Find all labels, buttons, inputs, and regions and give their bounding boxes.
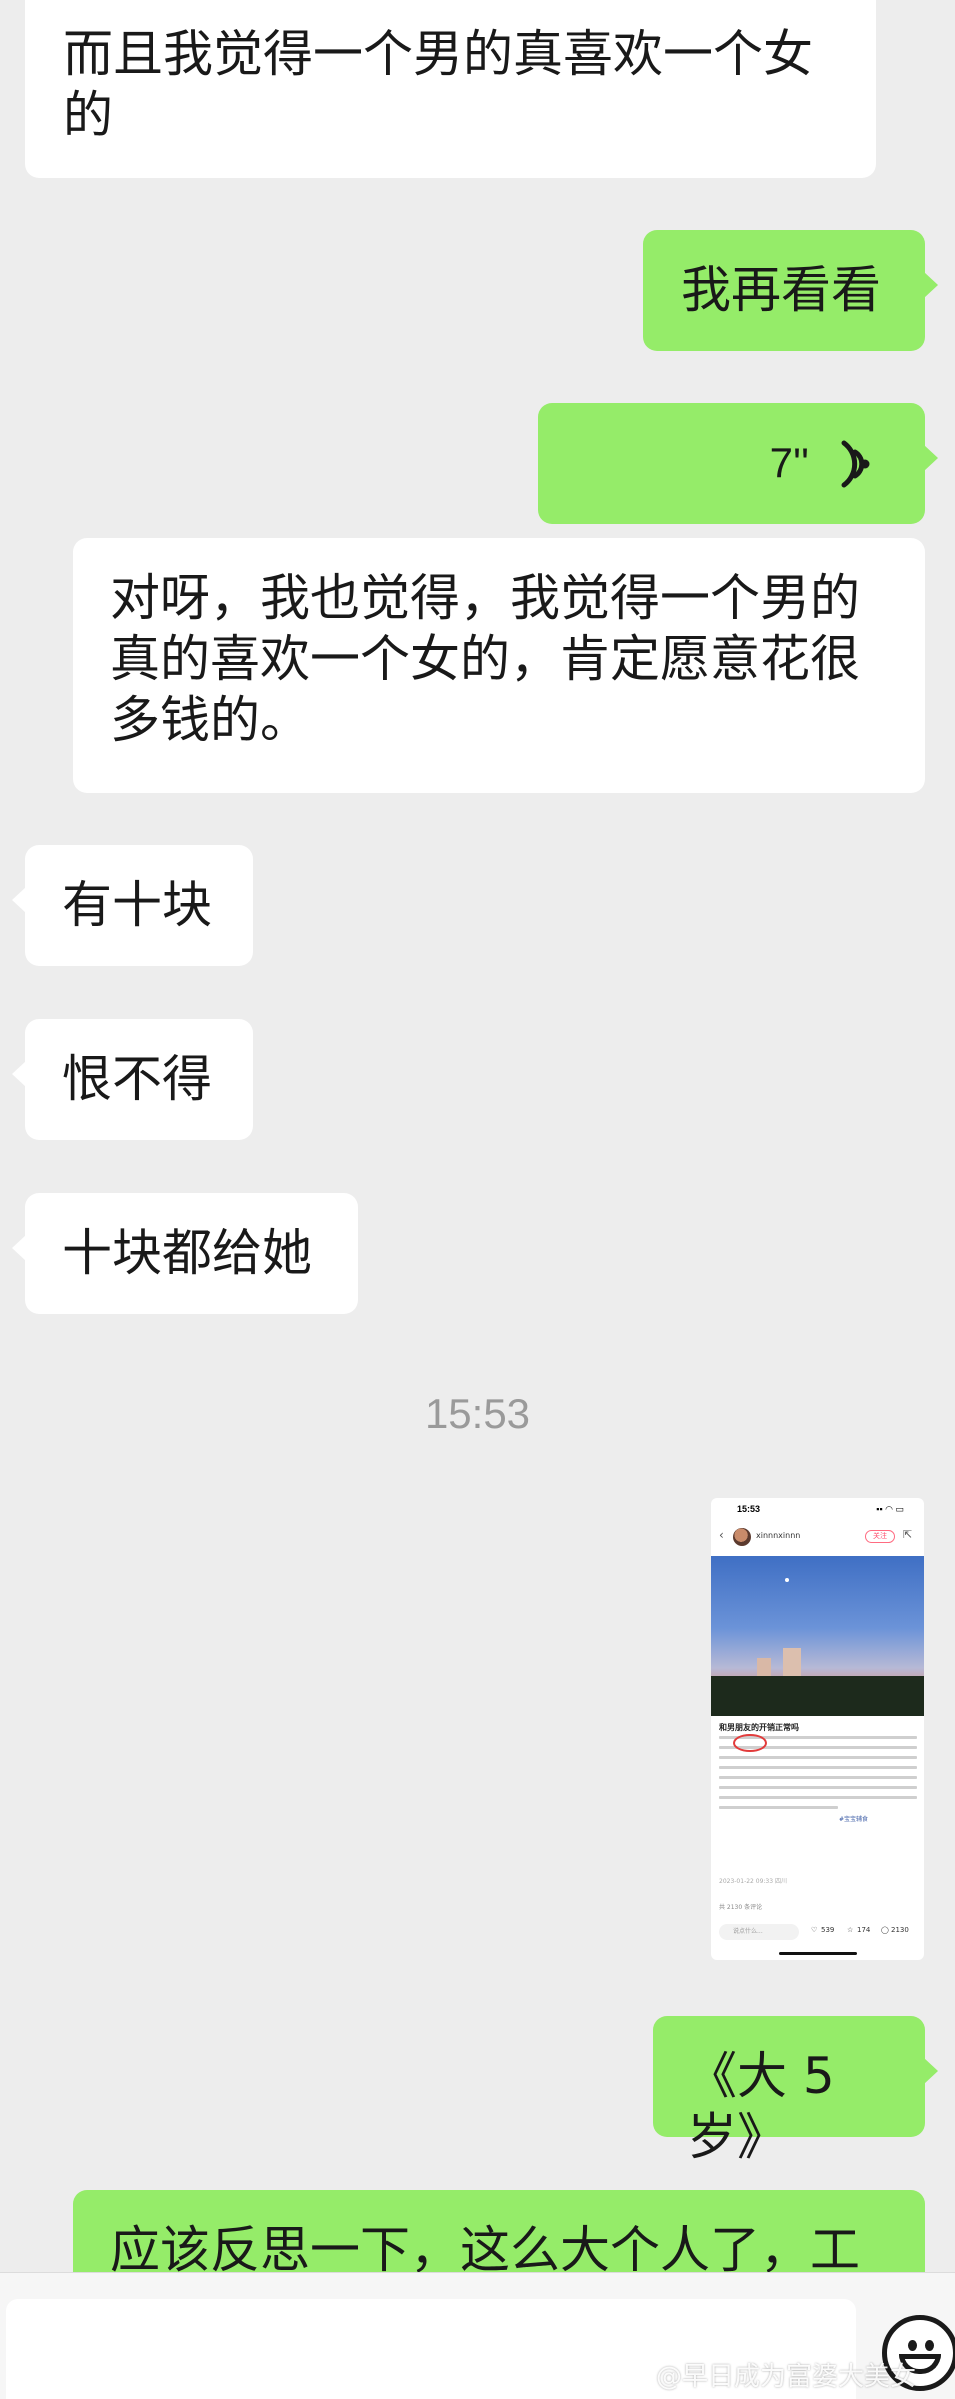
message-text: 有十块	[62, 876, 212, 934]
post-hashtag: #宝宝辅食	[839, 1816, 869, 1823]
image-message[interactable]: 15:53 ▪▪ ◠ ▭ ‹ xinnnxinnn 关注 ⇱ 和男朋友的开销正常…	[711, 1498, 924, 1960]
status-time: 15:53	[737, 1504, 761, 1514]
comment-total: 2130	[891, 1926, 909, 1934]
message-text: 对呀，我也觉得，我觉得一个男的	[110, 569, 860, 627]
follow-button: 关注	[865, 1530, 895, 1543]
message-text: 而且我觉得一个男的真喜欢一个女	[63, 25, 813, 83]
star-icon: ☆	[847, 1926, 854, 1934]
post-header: ‹ xinnnxinnn 关注 ⇱	[711, 1520, 924, 1554]
watermark: @早日成为富婆大美女	[656, 2362, 917, 2392]
message-bubble-sent[interactable]: 我再看看	[643, 230, 938, 351]
message-bubble-received[interactable]: 有十块	[12, 845, 253, 966]
username: xinnnxinnn	[756, 1531, 801, 1540]
message-bubble-received[interactable]: 而且我觉得一个男的真喜欢一个女 的	[25, 0, 876, 178]
post-title: 和男朋友的开销正常吗	[719, 1723, 799, 1732]
message-bubble-received[interactable]: 恨不得	[12, 1019, 253, 1140]
message-text: 真的喜欢一个女的，肯定愿意花很	[110, 630, 860, 688]
message-bubble-sent[interactable]: 《大 5 岁》	[653, 2016, 938, 2166]
treeline	[711, 1676, 924, 1716]
emoji-eye	[908, 2340, 917, 2351]
text-line	[719, 1756, 917, 1759]
voice-message[interactable]: 7''	[538, 403, 938, 524]
message-text: 《大 5 岁》	[687, 2047, 835, 2166]
comment-count: 共 2130 条评论	[719, 1904, 763, 1911]
moon	[785, 1578, 789, 1582]
home-indicator	[779, 1952, 857, 1955]
text-line	[719, 1766, 917, 1769]
building	[783, 1648, 801, 1678]
message-text: 十块都给她	[62, 1224, 312, 1282]
like-count: 539	[821, 1926, 835, 1934]
voice-duration: 7''	[769, 439, 809, 486]
heart-icon: ♡	[811, 1926, 818, 1934]
comment-input: 说点什么...	[719, 1924, 799, 1940]
star-count: 174	[857, 1926, 871, 1934]
red-circle-annotation	[733, 1734, 767, 1752]
back-arrow-icon: ‹	[719, 1528, 724, 1542]
text-line	[719, 1806, 838, 1809]
message-bubble-received[interactable]: 对呀，我也觉得，我觉得一个男的 真的喜欢一个女的，肯定愿意花很 多钱的。	[73, 538, 925, 793]
voice-wave-icon	[827, 439, 873, 489]
signal-battery-icon: ▪▪ ◠ ▭	[876, 1504, 904, 1514]
post-date: 2023-01-22 09:33 四川	[719, 1878, 787, 1885]
message-bubble-received[interactable]: 十块都给她	[12, 1193, 358, 1314]
message-text: 我再看看	[681, 261, 881, 319]
text-line	[719, 1776, 917, 1779]
message-text: 的	[63, 86, 113, 144]
avatar	[733, 1528, 751, 1546]
post-photo	[711, 1556, 924, 1716]
share-icon: ⇱	[903, 1528, 913, 1541]
text-line	[719, 1796, 917, 1799]
building	[757, 1658, 771, 1678]
post-action-bar: 说点什么... ♡ 539 ☆ 174 ◯ 2130	[711, 1916, 924, 1960]
comment-icon: ◯	[881, 1926, 889, 1934]
status-bar: 15:53 ▪▪ ◠ ▭	[711, 1498, 924, 1520]
text-line	[719, 1786, 917, 1789]
emoji-eye	[925, 2340, 934, 2351]
message-text: 多钱的。	[110, 691, 310, 749]
chat-timestamp: 15:53	[424, 1390, 531, 1437]
message-text: 恨不得	[62, 1050, 212, 1108]
